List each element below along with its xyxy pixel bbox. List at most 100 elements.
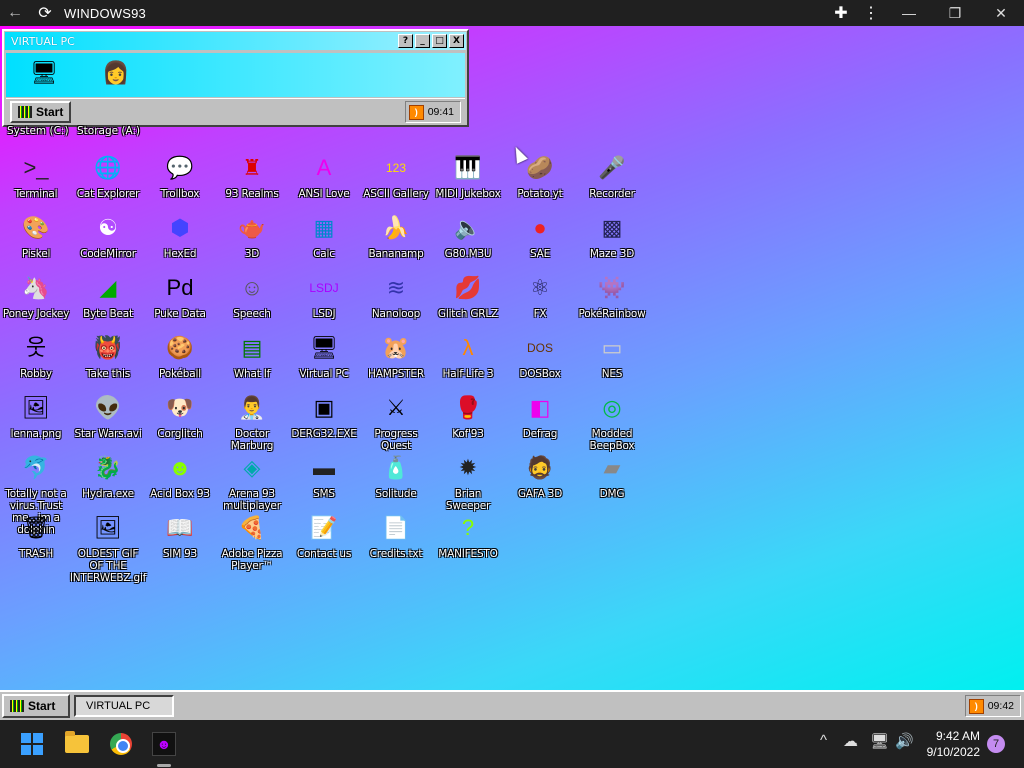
desktop-icon-gafa-3d[interactable]: 🧔 GAFA 3D [504,452,576,501]
desktop-icon-calc[interactable]: ▦ Calc [288,212,360,261]
desktop-icon-doctor-marburg[interactable]: 👨‍⚕ Doctor Marburg [216,392,288,453]
desktop-icon-half-life-3[interactable]: λ Half-Life 3 [432,332,504,381]
desktop-icon-take-this[interactable]: 👹 Take this [72,332,144,381]
minimize-button[interactable]: — [886,0,932,26]
desktop-icon-piskel[interactable]: 🎨 Piskel [0,212,72,261]
desktop-icon-sim-93[interactable]: 📖 SIM 93 [144,512,216,561]
desktop-icon-cat-explorer[interactable]: 🌐 Cat Explorer [72,152,144,201]
desktop-icon-label: lenna.png [10,428,62,440]
desktop-icon-ascii-gallery[interactable]: 123 ASCII Gallery [360,152,432,200]
windows93-app-icon[interactable]: ☻ [148,728,180,760]
desktop-icon-fx[interactable]: ⚛ FX [504,272,576,321]
desktop-icon-pok-ball[interactable]: 🍪 Pokéball [144,332,216,381]
drive-label-system[interactable]: System (C:) [7,125,69,137]
desktop-icon-progress-quest[interactable]: ⚔ Progress Quest [360,392,432,453]
desktop-icon-virtual-pc[interactable]: 🖥 Virtual PC [288,332,360,381]
desktop-icon-label: Byte Beat [83,308,133,320]
desktop-icon-sms[interactable]: ▬ SMS [288,452,360,501]
window-titlebar[interactable]: VIRTUAL PC ? _ □ X [5,32,466,50]
face-icon[interactable]: 👩 [100,57,132,89]
desktop-icon-hexed[interactable]: ⬢ HexEd [144,212,216,261]
desktop-icon-adobe-pizza-player[interactable]: 🍕 Adobe Pizza Player™ [216,512,288,573]
desktop-icon-manifesto[interactable]: ? MANIFESTO [432,512,504,561]
system-clock[interactable]: 9:42 AM 9/10/2022 [927,728,980,760]
notification-badge[interactable]: 7 [987,735,1005,753]
w93-start-button[interactable]: Start [2,694,70,718]
computer-icon[interactable]: 🖥 [28,57,60,89]
back-icon[interactable]: ← [0,0,30,26]
vpc-tray: ) 09:41 [404,101,461,123]
desktop-icon-defrag[interactable]: ◧ Defrag [504,392,576,441]
desktop-icon-pok-rainbow[interactable]: 👾 PokéRainbow [576,272,648,321]
show-hidden-icons-chevron-icon[interactable]: ^ [820,732,827,749]
desktop-icon-puke-data[interactable]: Pd Puke Data [144,272,216,321]
desktop-icon-nes[interactable]: ▭ NES [576,332,648,381]
onedrive-cloud-icon[interactable]: ☁ [843,732,858,750]
desktop-icon-trash[interactable]: 🗑 TRASH [0,512,72,561]
desktop-icon-speech[interactable]: ☺ Speech [216,272,288,321]
rss-icon[interactable]: ) [968,698,984,714]
desktop-icon-poney-jockey[interactable]: 🦄 Poney Jockey [0,272,72,321]
reload-icon[interactable]: ⟳ [30,0,60,26]
desktop-icon-kof-93[interactable]: 🥊 Kof'93 [432,392,504,441]
desktop-icon-lsdj[interactable]: LSDJ LSDJ [288,272,360,320]
minimize-window-button[interactable]: _ [415,34,430,48]
restore-button[interactable]: ❐ [932,0,978,26]
close-window-button[interactable]: X [449,34,464,48]
maze-3d-icon: ▩ [601,215,623,240]
desktop-icon-modded-beepbox[interactable]: ◎ Modded BeepBox [576,392,648,453]
desktop-icon-label: Half-Life 3 [442,368,494,380]
desktop-icon-terminal[interactable]: >_ Terminal [0,152,72,201]
desktop-icon-93-realms[interactable]: ♜ 93 Realms [216,152,288,201]
virtual-pc-window[interactable]: VIRTUAL PC ? _ □ X 🖥 👩 Start ) 09:41 [2,29,469,127]
desktop-icon-nanoloop[interactable]: ≋ Nanoloop [360,272,432,321]
desktop-icon-lenna-png[interactable]: 🖼 lenna.png [0,392,72,441]
windows-start-icon[interactable] [16,728,48,760]
desktop-icon-maze-3d[interactable]: ▩ Maze 3D [576,212,648,261]
desktop-icon-glitch-grlz[interactable]: 💋 Glitch GRLZ [432,272,504,321]
desktop-icon-oldest-gif-of-the-interwebz-gif[interactable]: 🖼 OLDEST GIF OF THE INTERWEBZ.gif [70,512,147,585]
desktop-icon-solitude[interactable]: 🧴 Solitude [360,452,432,501]
desktop-icon-contact-us[interactable]: 📝 Contact us [288,512,360,561]
extension-icon[interactable]: ✚ [826,0,856,26]
desktop-icon-credits-txt[interactable]: 📄 Credits.txt [360,512,432,561]
menu-icon[interactable]: ⋮ [856,0,886,26]
desktop-icon-robby[interactable]: 웃 Robby [0,332,72,381]
file-explorer-icon[interactable] [61,728,93,760]
desktop-icon-what-if[interactable]: ▤ What If [216,332,288,381]
maximize-window-button[interactable]: □ [432,34,447,48]
rss-icon[interactable]: ) [408,104,424,120]
desktop-icon-hampster[interactable]: 🐹 HAMPSTER [360,332,432,381]
desktop-icon-g80-m3u[interactable]: 🔈 G80.M3U [432,212,504,261]
desktop-icon-label: MANIFESTO [438,548,498,560]
desktop-icon-sae[interactable]: ● SAE [504,212,576,261]
desktop-icon-hydra-exe[interactable]: 🐉 Hydra.exe [72,452,144,501]
desktop-icon-codemirror[interactable]: ☯ CodeMirror [72,212,144,261]
manifesto-icon: ? [461,515,475,540]
drive-label-storage[interactable]: Storage (A:) [77,125,140,137]
desktop-icon-ansi-love[interactable]: A ANSI Love [288,152,360,201]
desktop-icon-recorder[interactable]: 🎤 Recorder [576,152,648,201]
desktop-icon-bananamp[interactable]: 🍌 Bananamp [360,212,432,261]
desktop-icon-dosbox[interactable]: DOS DOSBox [504,332,576,380]
desktop-icon-dmg[interactable]: ▰ DMG [576,452,648,501]
desktop-icon-byte-beat[interactable]: ◢ Byte Beat [72,272,144,321]
desktop-icon-star-wars-avi[interactable]: 👽 Star Wars.avi [72,392,144,441]
desktop-icon-3d[interactable]: 🫖 3D [216,212,288,261]
vpc-start-button[interactable]: Start [10,101,72,123]
desktop-icon-arena-93-multiplayer[interactable]: ◈ Arena 93 multiplayer [216,452,288,513]
desktop-icon-brian-sweeper[interactable]: ✹ Brian Sweeper [432,452,504,513]
desktop-icon-midi-jukebox[interactable]: 🎹 MIDI Jukebox [432,152,504,201]
desktop-icon-corglitch[interactable]: 🐶 Corglitch [144,392,216,441]
close-button[interactable]: ✕ [978,0,1024,26]
arena-93-multiplayer-icon: ◈ [243,455,261,480]
chrome-icon[interactable] [105,728,137,760]
taskbar-item-virtual-pc[interactable]: VIRTUAL PC [74,695,174,717]
volume-icon[interactable]: 🔊 [895,732,914,750]
codemirror-icon: ☯ [98,215,118,240]
network-icon[interactable]: 🖥 [870,732,889,750]
desktop-icon-acid-box-93[interactable]: ☻ Acid Box 93 [144,452,216,501]
desktop-icon-derg32-exe[interactable]: ▣ DERG32.EXE [288,392,360,441]
help-button[interactable]: ? [398,34,413,48]
desktop-icon-trollbox[interactable]: 💬 Trollbox [144,152,216,201]
